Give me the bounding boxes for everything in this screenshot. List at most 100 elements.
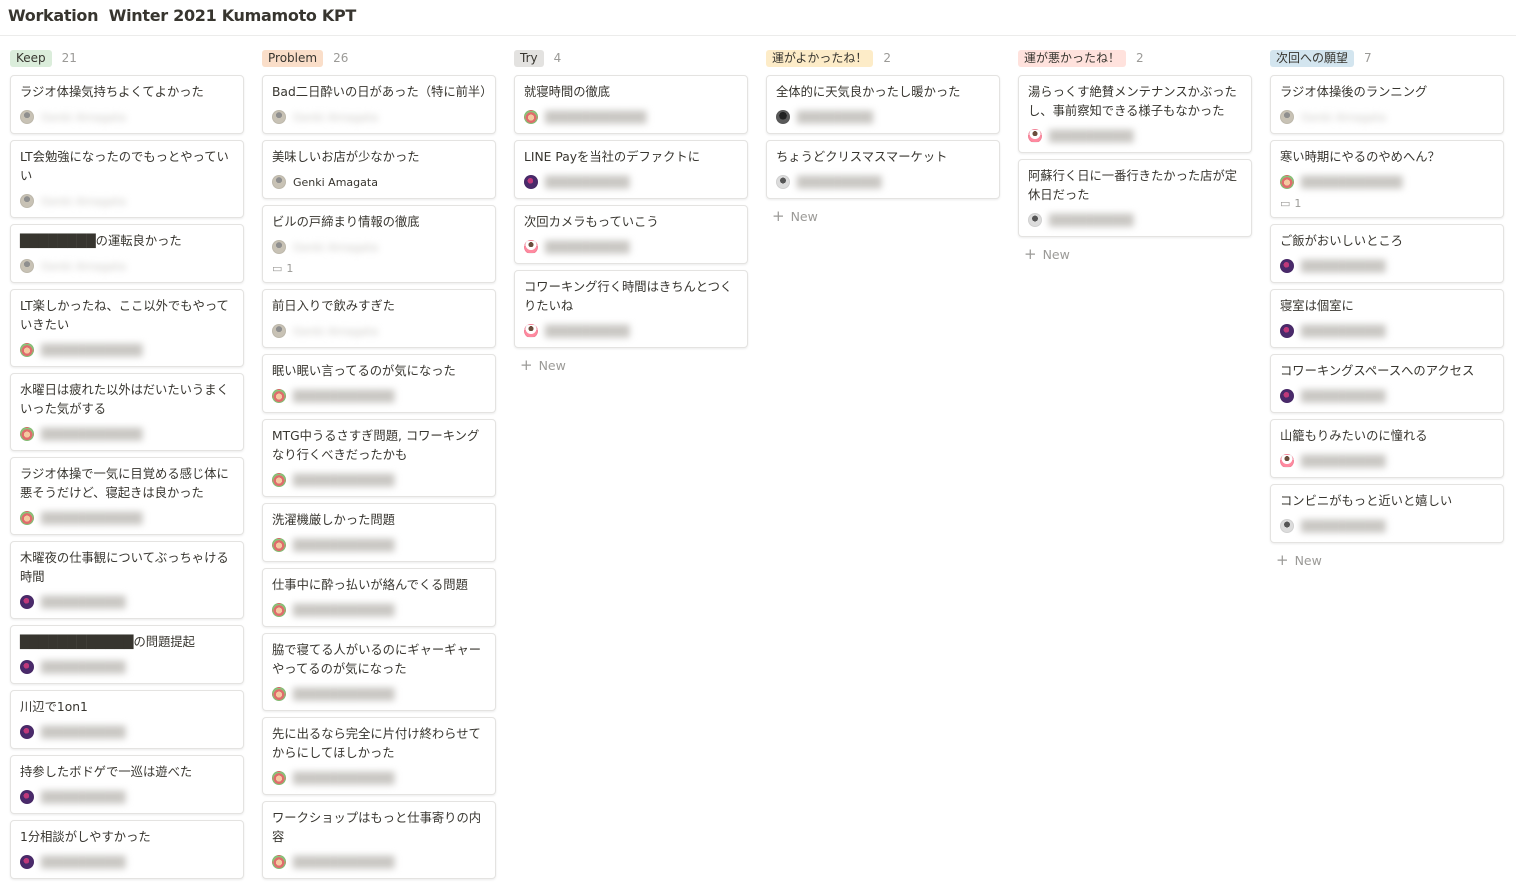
card-title: 阿蘇行く日に一番行きたかった店が定休日だった [1028,169,1238,202]
person-name: ██████████ [1049,213,1134,227]
board-card[interactable]: 前日入りで飲みすぎた Genki Amagata [262,289,496,348]
card-person: Genki Amagata [20,192,235,210]
board-card[interactable]: ラジオ体操後のランニング Genki Amagata [1270,75,1504,134]
board-card[interactable]: 美味しいお店が少なかった Genki Amagata [262,140,496,199]
column-header[interactable]: 次回への願望 7 [1270,48,1506,68]
avatar [524,110,538,124]
card-title: 湯らっくす絶賛メンテナンスかぶったし、事前察知できる様子もなかった [1028,85,1237,118]
person-name: ██████████ [41,595,126,609]
plus-icon: + [1276,551,1289,569]
person-name: Genki Amagata [41,259,126,273]
comment-icon: ▭ [272,262,283,275]
board-card[interactable]: 全体的に天気良かったし暖かった █████████ [766,75,1000,134]
board-card[interactable]: 仕事中に酔っ払いが絡んでくる問題 ████████████ [262,568,496,627]
card-person: ██████████ [524,322,739,340]
board-card[interactable]: 寒い時期にやるのやめへん？ ████████████ ▭ 1 [1270,140,1504,218]
person-name: ██████████ [1301,324,1386,338]
board-card[interactable]: 川辺で1on1 ██████████ [10,690,244,749]
board-card[interactable]: ラジオ体操で一気に目覚める感じ体に悪そうだけど、寝起きは良かった ████████… [10,457,244,535]
board-card[interactable]: ビルの戸締まり情報の徹底 Genki Amagata ▭ 1 [262,205,496,283]
board-card[interactable]: ラジオ体操気持ちよくてよかった Genki Amagata [10,75,244,134]
avatar [20,343,34,357]
board-card[interactable]: 就寝時間の徹底 ████████████ [514,75,748,134]
card-title: ラジオ体操後のランニング [1280,85,1428,99]
board-card[interactable]: コワーキングスペースへのアクセス ██████████ [1270,354,1504,413]
board-card[interactable]: 次回カメラもっていこう ██████████ [514,205,748,264]
board-card[interactable]: 山籠もりみたいのに憧れる ██████████ [1270,419,1504,478]
column-count: 4 [553,51,562,65]
avatar [776,110,790,124]
card-person: ████████████ [20,425,235,443]
board-card[interactable]: ████████の運転良かった Genki Amagata [10,224,244,283]
board-card[interactable]: 先に出るなら完全に片付け終わらせてからにしてほしかった ████████████ [262,717,496,795]
card-person: ██████████ [1280,452,1495,470]
person-name: ████████████ [41,427,143,441]
board-card[interactable]: コワーキング行く時間はきちんとつくりたいね ██████████ [514,270,748,348]
board-card[interactable]: コンビニがもっと近いと嬉しい ██████████ [1270,484,1504,543]
card-title: LINE Payを当社のデファクトに [524,150,700,164]
avatar [1280,110,1294,124]
card-person: Genki Amagata [20,108,235,126]
new-card-button[interactable]: + New [514,354,750,377]
board-card[interactable]: ████████████の問題提起 ██████████ [10,625,244,684]
board-column: 次回への願望 7 ラジオ体操後のランニング Genki Amagata 寒い時期にやるの… [1270,48,1506,572]
person-name: ██████████ [545,240,630,254]
board-column: Problem 26 Bad二日酔いの日があった（特に前半） Genki Amagat… [262,48,498,885]
avatar [1028,129,1042,143]
board-card[interactable]: 湯らっくす絶賛メンテナンスかぶったし、事前察知できる様子もなかった ███████… [1018,75,1252,153]
card-title: ビルの戸締まり情報の徹底 [272,215,420,229]
board-card[interactable]: 水曜日は疲れた以外はだいたいうまくいった気がする ████████████ [10,373,244,451]
avatar [20,790,34,804]
board-card[interactable]: ワークショップはもっと仕事寄りの内容 ████████████ [262,801,496,879]
board-card[interactable]: 1分相談がしやすかった ██████████ [10,820,244,879]
column-tag: Try [514,49,544,67]
column-count: 26 [333,51,349,65]
board-card[interactable]: 持参したボドゲで一巡は遊べた ██████████ [10,755,244,814]
card-person: ██████████ [20,853,235,871]
column-header[interactable]: Try 4 [514,48,750,68]
card-person: ████████████ [272,536,487,554]
board-card[interactable]: Bad二日酔いの日があった（特に前半） Genki Amagata [262,75,496,134]
board-card[interactable]: 眠い眠い言ってるのが気になった ████████████ [262,354,496,413]
person-name: ████████████ [293,687,395,701]
board-card[interactable]: 洗濯機厳しかった問題 ████████████ [262,503,496,562]
card-title: 就寝時間の徹底 [524,85,611,99]
board-card[interactable]: LT会勉強になったのでもっとやっていい Genki Amagata [10,140,244,218]
person-name: Genki Amagata [293,240,378,254]
column-tag: 次回への願望 [1270,49,1355,67]
board-card[interactable]: ご飯がおいしいところ ██████████ [1270,224,1504,283]
person-name: ████████████ [293,603,395,617]
person-name: ██████████ [41,790,126,804]
avatar [20,595,34,609]
column-header[interactable]: 運がよかったね！ 2 [766,48,1002,68]
column-header[interactable]: Problem 26 [262,48,498,68]
column-header[interactable]: Keep 21 [10,48,246,68]
person-name: Genki Amagata [293,175,378,189]
column-tag: Problem [262,49,324,67]
board-column: Keep 21 ラジオ体操気持ちよくてよかった Genki Amagata LT会勉強に… [10,48,246,885]
new-card-button[interactable]: + New [1270,549,1506,572]
board-card[interactable]: 寝室は個室に ██████████ [1270,289,1504,348]
card-person: ██████████ [776,173,991,191]
card-title: 寝室は個室に [1280,299,1354,313]
card-title: 寒い時期にやるのやめへん？ [1280,150,1440,164]
card-person: ██████████ [20,658,235,676]
board-card[interactable]: ちょうどクリスマスマーケット ██████████ [766,140,1000,199]
avatar [20,725,34,739]
new-card-button[interactable]: + New [1018,243,1254,266]
board-card[interactable]: 阿蘇行く日に一番行きたかった店が定休日だった ██████████ [1018,159,1252,237]
card-person: ██████████ [1280,257,1495,275]
card-person: ████████████ [20,341,235,359]
card-person: ████████████ [1280,173,1495,191]
new-card-button[interactable]: + New [766,205,1002,228]
column-header[interactable]: 運が悪かったね！ 2 [1018,48,1254,68]
comment-icon: ▭ [1280,197,1291,210]
card-person: ██████████ [20,593,235,611]
board-card[interactable]: LINE Payを当社のデファクトに ██████████ [514,140,748,199]
board-card[interactable]: 木曜夜の仕事観についてぶっちゃける時間 ██████████ [10,541,244,619]
person-name: ██████████ [1301,454,1386,468]
board-card[interactable]: MTG中うるさすぎ問題, コワーキングなり行くべきだったかも ██████████… [262,419,496,497]
avatar [20,855,34,869]
board-card[interactable]: 脇で寝てる人がいるのにギャーギャーやってるのが気になった ████████████ [262,633,496,711]
board-card[interactable]: LT楽しかったね、ここ以外でもやっていきたい ████████████ [10,289,244,367]
